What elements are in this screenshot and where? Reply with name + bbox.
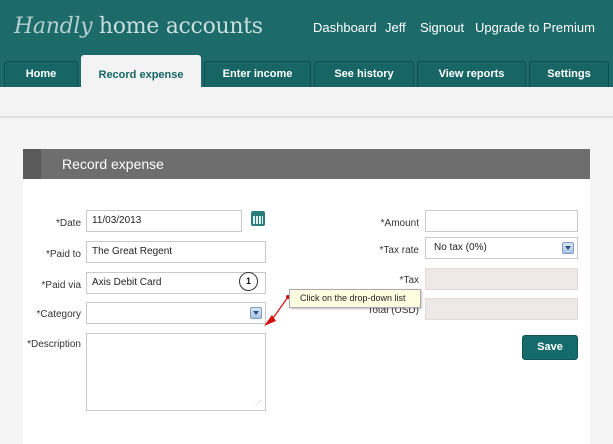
amount-field[interactable] xyxy=(425,210,578,232)
tab-record-expense[interactable]: Record expense xyxy=(81,55,201,87)
link-dashboard[interactable]: Dashboard xyxy=(313,20,377,35)
logo-script: Handly xyxy=(14,14,93,39)
calendar-icon[interactable] xyxy=(251,211,265,226)
save-button[interactable]: Save xyxy=(522,335,578,360)
step-number-badge: 1 xyxy=(239,272,258,291)
category-label: *Category xyxy=(36,309,81,320)
description-label: *Description xyxy=(27,339,81,350)
link-signout[interactable]: Signout xyxy=(420,20,464,35)
paid-to-label: *Paid to xyxy=(45,249,81,260)
dropdown-arrow-icon[interactable] xyxy=(250,307,262,319)
logo-text: home accounts xyxy=(98,14,263,39)
panel-title: Record expense xyxy=(62,156,164,172)
category-select[interactable] xyxy=(86,302,266,324)
tab-settings[interactable]: Settings xyxy=(529,61,609,87)
tax-field xyxy=(425,268,578,290)
sub-bar xyxy=(0,87,613,118)
amount-label: *Amount xyxy=(380,218,419,229)
tax-rate-label: *Tax rate xyxy=(379,245,419,256)
app-logo[interactable]: Handly home accounts xyxy=(14,14,263,39)
tax-rate-select[interactable]: No tax (0%) xyxy=(425,237,578,259)
tax-label: *Tax xyxy=(399,275,419,286)
tab-enter-income[interactable]: Enter income xyxy=(204,61,311,87)
date-field[interactable]: 11/03/2013 xyxy=(86,210,242,232)
tooltip-hint: Click on the drop-down list xyxy=(289,289,421,308)
description-textarea[interactable]: ⋰ xyxy=(86,333,266,411)
tax-rate-dropdown-icon[interactable] xyxy=(562,242,574,254)
link-upgrade[interactable]: Upgrade to Premium xyxy=(475,20,595,35)
tax-rate-value: No tax (0%) xyxy=(434,242,487,253)
tab-home[interactable]: Home xyxy=(4,61,78,87)
tab-view-reports[interactable]: View reports xyxy=(417,61,526,87)
paid-via-label: *Paid via xyxy=(41,280,81,291)
total-field xyxy=(425,298,578,320)
panel-header: Record expense xyxy=(23,149,590,179)
paid-to-field[interactable]: The Great Regent xyxy=(86,241,266,263)
resize-handle-icon[interactable]: ⋰ xyxy=(255,400,262,407)
date-label: *Date xyxy=(55,218,81,229)
link-user[interactable]: Jeff xyxy=(385,20,406,35)
tab-see-history[interactable]: See history xyxy=(314,61,414,87)
